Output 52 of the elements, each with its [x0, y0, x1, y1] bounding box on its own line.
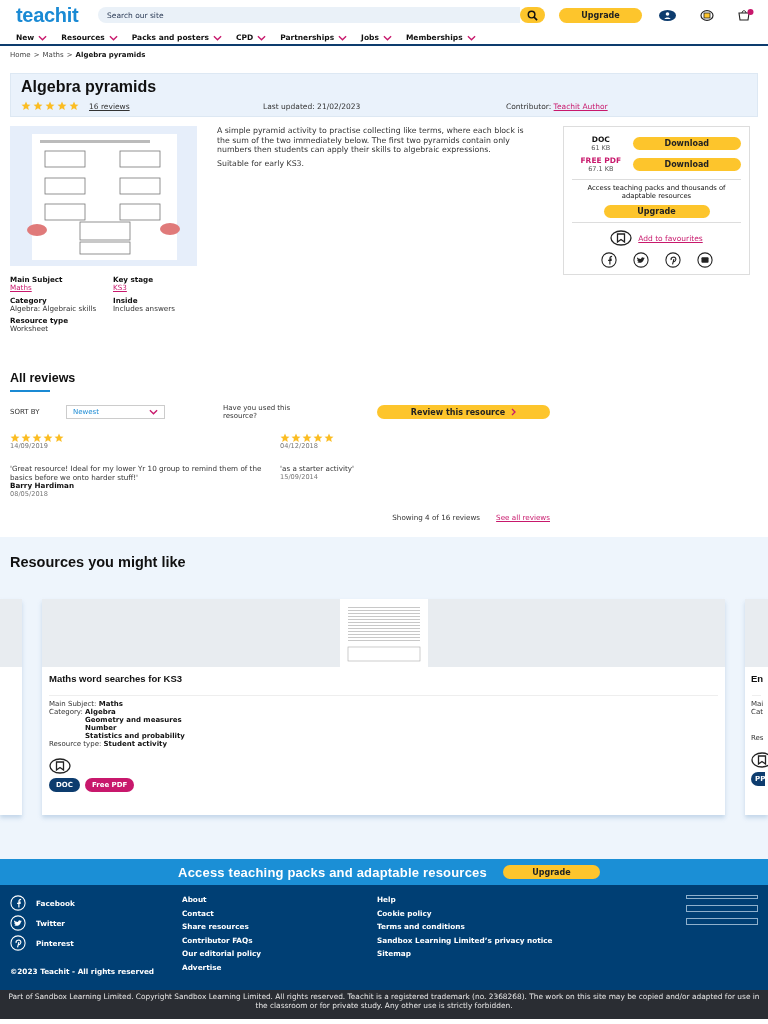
card-title[interactable]: Maths word searches for KS3	[42, 667, 725, 695]
section-heading: Resources you might like	[10, 554, 187, 572]
star-icon	[32, 433, 42, 444]
pinterest-icon[interactable]	[664, 252, 681, 269]
caret-icon	[212, 34, 222, 41]
search-icon	[527, 9, 538, 21]
chevron-right-icon	[511, 408, 517, 417]
caret-icon	[149, 409, 158, 416]
star-icon	[21, 101, 31, 111]
store-badge-frame[interactable]	[686, 905, 758, 912]
star-icon	[302, 433, 312, 444]
download-button[interactable]: Download	[632, 137, 741, 150]
caret-icon	[338, 34, 348, 41]
star-icon	[313, 433, 323, 444]
star-icon	[21, 433, 31, 444]
email-icon[interactable]	[696, 252, 713, 269]
star-icon	[280, 433, 290, 444]
star-icon	[33, 101, 43, 111]
store-badge-frame[interactable]	[686, 918, 758, 925]
download-button[interactable]: Download	[632, 158, 741, 171]
caret-icon	[108, 34, 118, 41]
review-button[interactable]: Review this resource	[377, 405, 550, 420]
bookmark-icon[interactable]	[49, 758, 71, 775]
bookmark-icon[interactable]	[610, 230, 633, 247]
cart-icon[interactable]	[738, 9, 754, 21]
caret-icon	[382, 34, 392, 41]
banner-text: Access teaching packs and adaptable resources	[178, 864, 487, 880]
basket-icon[interactable]	[700, 9, 714, 21]
section-heading: All reviews	[10, 371, 76, 385]
star-icon	[43, 433, 53, 444]
upgrade-button[interactable]: Upgrade	[502, 865, 600, 879]
upgrade-button[interactable]: Upgrade	[559, 7, 642, 23]
facebook-icon[interactable]	[600, 252, 617, 269]
caret-icon	[466, 34, 476, 41]
caret-icon	[38, 34, 48, 41]
bookmark-icon[interactable]	[751, 752, 768, 769]
star-icon	[45, 101, 55, 111]
store-badge-frame[interactable]	[686, 895, 758, 899]
search-button[interactable]	[520, 7, 545, 23]
star-icon	[324, 433, 334, 444]
card-title[interactable]: En	[745, 667, 768, 695]
user-icon[interactable]	[659, 9, 676, 21]
caret-icon	[257, 34, 267, 41]
star-icon	[57, 101, 67, 111]
logo[interactable]: teachit	[16, 3, 98, 27]
star-icon	[10, 433, 20, 444]
twitter-icon[interactable]	[632, 252, 649, 269]
star-icon	[54, 433, 64, 444]
star-icon	[69, 101, 79, 111]
page-title: Algebra pyramids	[21, 78, 158, 97]
upgrade-button[interactable]: Upgrade	[603, 205, 710, 219]
star-icon	[291, 433, 301, 444]
